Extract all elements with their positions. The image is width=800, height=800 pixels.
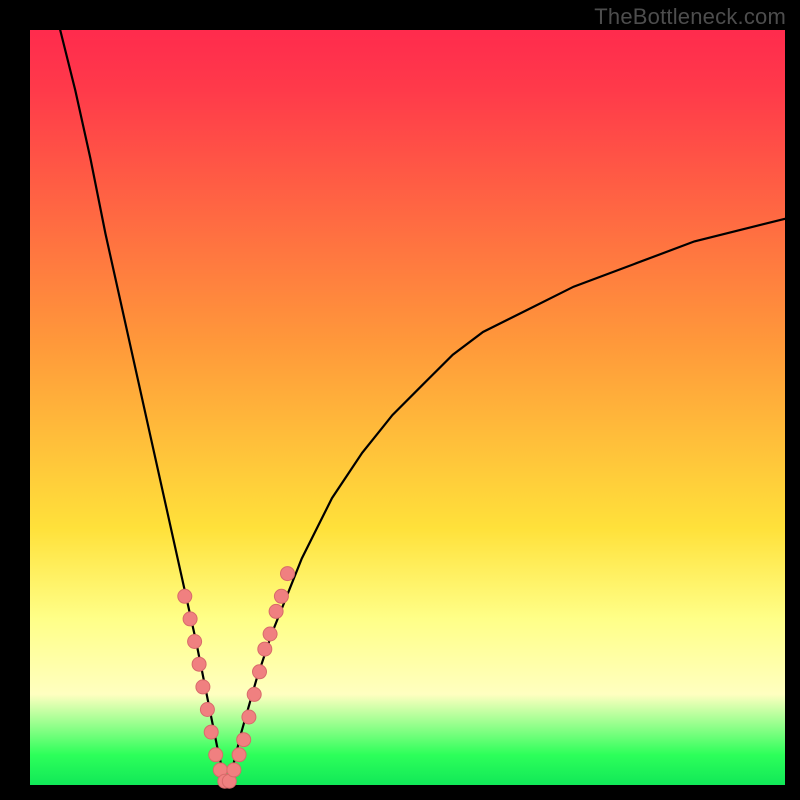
marker-group xyxy=(178,567,295,789)
marker-dot xyxy=(281,567,295,581)
chart-frame: TheBottleneck.com xyxy=(0,0,800,800)
marker-dot xyxy=(204,725,218,739)
marker-dot xyxy=(188,635,202,649)
marker-dot xyxy=(196,680,210,694)
marker-dot xyxy=(232,748,246,762)
watermark-text: TheBottleneck.com xyxy=(594,4,786,30)
marker-dot xyxy=(253,665,267,679)
marker-dot xyxy=(200,703,214,717)
marker-dot xyxy=(178,589,192,603)
marker-dot xyxy=(209,748,223,762)
bottleneck-curve xyxy=(60,30,785,785)
curve-layer xyxy=(30,30,785,785)
marker-dot xyxy=(258,642,272,656)
marker-dot xyxy=(183,612,197,626)
plot-area xyxy=(30,30,785,785)
marker-dot xyxy=(237,733,251,747)
marker-dot xyxy=(247,687,261,701)
marker-dot xyxy=(274,589,288,603)
marker-dot xyxy=(269,604,283,618)
marker-dot xyxy=(192,657,206,671)
marker-dot xyxy=(227,763,241,777)
marker-dot xyxy=(263,627,277,641)
marker-dot xyxy=(242,710,256,724)
